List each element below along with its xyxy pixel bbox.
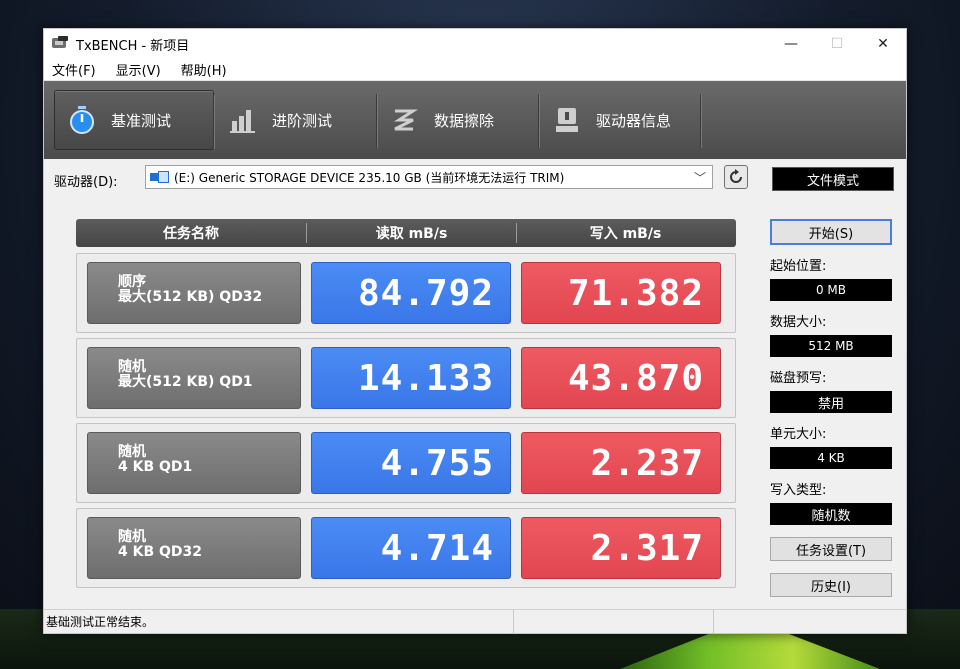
- read-value: 4.714: [311, 517, 511, 579]
- tab-benchmark-label: 基准测试: [111, 111, 172, 130]
- file-mode-button[interactable]: 文件模式: [772, 167, 894, 191]
- title-bar[interactable]: TxBENCH - 新项目 — ☐ ✕: [44, 29, 906, 59]
- maximize-button[interactable]: ☐: [814, 29, 860, 59]
- tab-bar: 基准测试 进阶测试 数据擦除 驱动器信息: [44, 81, 906, 159]
- task-button-rnd-4k-qd32[interactable]: 随机 4 KB QD32: [87, 517, 301, 579]
- task-name: 顺序: [118, 274, 146, 290]
- results-grid: 任务名称 读取 mB/s 写入 mB/s 顺序 最大(512 KB) QD32 …: [76, 219, 736, 588]
- start-position-label: 起始位置:: [770, 259, 827, 274]
- task-detail: 4 KB QD32: [118, 544, 203, 560]
- task-detail: 4 KB QD1: [118, 459, 193, 475]
- table-row: 顺序 最大(512 KB) QD32 84.792 71.382: [76, 253, 736, 333]
- write-value: 2.237: [521, 432, 721, 494]
- tab-erase[interactable]: 数据擦除: [378, 90, 540, 150]
- task-name: 随机: [118, 359, 146, 375]
- menu-file[interactable]: 文件(F): [50, 60, 98, 79]
- menu-help[interactable]: 帮助(H): [179, 60, 229, 79]
- history-button[interactable]: 历史(I): [770, 573, 892, 597]
- drive-dropdown[interactable]: (E:) Generic STORAGE DEVICE 235.10 GB (当…: [145, 165, 713, 189]
- app-window: TxBENCH - 新项目 — ☐ ✕ 文件(F) 显示(V) 帮助(H) 基准…: [43, 28, 907, 634]
- tab-advanced-label: 进阶测试: [272, 111, 333, 130]
- table-row: 随机 4 KB QD1 4.755 2.237: [76, 423, 736, 503]
- window-controls: — ☐ ✕: [768, 29, 906, 59]
- usb-drive-icon: [150, 170, 170, 184]
- write-value: 71.382: [521, 262, 721, 324]
- drive-selected-value: (E:) Generic STORAGE DEVICE 235.10 GB (当…: [174, 170, 565, 185]
- unit-size-label: 单元大小:: [770, 427, 827, 442]
- data-size-label: 数据大小:: [770, 315, 827, 330]
- settings-panel: 开始(S) 起始位置: 0 MB 数据大小: 512 MB 磁盘预写: 禁用 单…: [770, 219, 896, 597]
- header-task-name: 任务名称: [163, 226, 219, 242]
- tab-advanced[interactable]: 进阶测试: [216, 90, 378, 150]
- chevron-down-icon: ﹀: [693, 171, 706, 185]
- main-content: 驱动器(D): (E:) Generic STORAGE DEVICE 235.…: [44, 159, 906, 609]
- table-row: 随机 最大(512 KB) QD1 14.133 43.870: [76, 338, 736, 418]
- header-write: 写入 mB/s: [516, 223, 734, 243]
- task-settings-button[interactable]: 任务设置(T): [770, 537, 892, 561]
- erase-icon: [390, 105, 420, 135]
- close-button[interactable]: ✕: [860, 29, 906, 59]
- status-bar: 基础测试正常结束。: [44, 609, 906, 633]
- tab-drive-info[interactable]: 驱动器信息: [540, 90, 702, 150]
- read-value: 14.133: [311, 347, 511, 409]
- menu-bar: 文件(F) 显示(V) 帮助(H): [44, 59, 906, 81]
- refresh-button[interactable]: [724, 165, 748, 189]
- tab-erase-label: 数据擦除: [434, 111, 495, 130]
- start-button[interactable]: 开始(S): [770, 219, 892, 245]
- minimize-button[interactable]: —: [768, 29, 814, 59]
- task-button-rnd-512k-qd1[interactable]: 随机 最大(512 KB) QD1: [87, 347, 301, 409]
- status-segment: [514, 610, 714, 633]
- drive-label: 驱动器(D):: [54, 175, 118, 190]
- task-detail: 最大(512 KB) QD1: [118, 374, 253, 390]
- task-button-rnd-4k-qd1[interactable]: 随机 4 KB QD1: [87, 432, 301, 494]
- stopwatch-icon: [67, 105, 97, 135]
- task-name: 随机: [118, 444, 146, 460]
- read-value: 4.755: [311, 432, 511, 494]
- drive-info-icon: [552, 105, 582, 135]
- write-type-value[interactable]: 随机数: [770, 503, 892, 525]
- grid-header: 任务名称 读取 mB/s 写入 mB/s: [76, 219, 736, 247]
- prefill-label: 磁盘预写:: [770, 371, 827, 386]
- app-icon: [52, 36, 70, 52]
- tab-benchmark[interactable]: 基准测试: [54, 90, 215, 150]
- status-text: 基础测试正常结束。: [44, 610, 514, 633]
- write-type-label: 写入类型:: [770, 483, 827, 498]
- write-value: 2.317: [521, 517, 721, 579]
- header-read: 读取 mB/s: [306, 223, 516, 243]
- task-name: 随机: [118, 529, 146, 545]
- menu-view[interactable]: 显示(V): [114, 60, 163, 79]
- table-row: 随机 4 KB QD32 4.714 2.317: [76, 508, 736, 588]
- unit-size-value[interactable]: 4 KB: [770, 447, 892, 469]
- bar-chart-icon: [228, 105, 258, 135]
- task-button-seq-qd32[interactable]: 顺序 最大(512 KB) QD32: [87, 262, 301, 324]
- prefill-value[interactable]: 禁用: [770, 391, 892, 413]
- data-size-value[interactable]: 512 MB: [770, 335, 892, 357]
- read-value: 84.792: [311, 262, 511, 324]
- refresh-icon: [730, 169, 742, 183]
- tab-drive-info-label: 驱动器信息: [596, 111, 672, 130]
- start-position-value[interactable]: 0 MB: [770, 279, 892, 301]
- window-title: TxBENCH - 新项目: [76, 38, 190, 54]
- write-value: 43.870: [521, 347, 721, 409]
- task-detail: 最大(512 KB) QD32: [118, 289, 263, 305]
